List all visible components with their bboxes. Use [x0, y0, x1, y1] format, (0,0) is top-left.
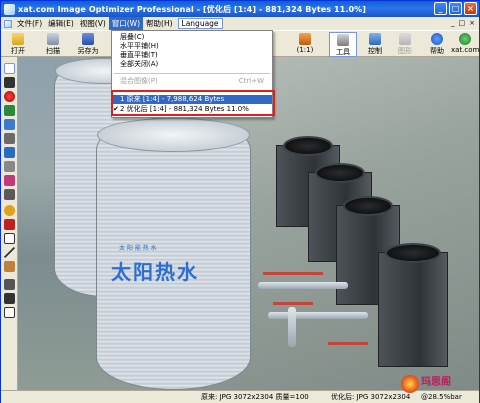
red-pipe-1	[263, 272, 323, 275]
control-label: 控制	[368, 47, 382, 55]
zoom-tool-icon[interactable]	[4, 63, 15, 74]
menu-file[interactable]: 文件(F)	[14, 17, 45, 30]
printer-tool-icon[interactable]	[4, 189, 15, 200]
help-icon	[431, 33, 443, 45]
site-label: xat.com	[451, 46, 480, 54]
water-tank-front: 太 阳 能 热 水 太阳热水	[96, 117, 251, 390]
save-icon	[82, 33, 94, 45]
menu-window[interactable]: 窗口(W)	[108, 17, 144, 30]
chart-icon	[399, 33, 411, 45]
highlight-box	[111, 90, 275, 116]
pipe-3	[288, 307, 296, 347]
tank-label: 太阳热水	[111, 260, 199, 284]
control-icon	[369, 33, 381, 45]
menu-bar: 文件(F) 编辑(E) 视图(V) 窗口(W) 帮助(H) Language _…	[1, 17, 479, 30]
adjust-tool-icon[interactable]	[4, 161, 15, 172]
scanner-icon	[47, 33, 59, 45]
status-original: 原来: JPG 3072x2304 质量=100	[201, 393, 309, 401]
menu-item-blend-shortcut: Ctrl+W	[238, 77, 264, 85]
zoom-icon	[299, 33, 311, 45]
zoom-ratio-label: (1:1)	[296, 46, 314, 54]
window-title: xat.com Image Optimizer Professional - […	[18, 4, 367, 14]
menu-item-close-all-label: 全部关闭(A)	[120, 60, 159, 68]
menu-language[interactable]: Language	[177, 18, 223, 29]
maximize-button[interactable]: □	[449, 2, 462, 15]
scan-label: 扫描	[46, 47, 60, 55]
app-window: xat.com Image Optimizer Professional - […	[0, 0, 480, 403]
fill-tool-icon[interactable]	[4, 279, 15, 290]
text-tool-icon[interactable]	[4, 219, 15, 230]
child-minimize-button[interactable]: _	[451, 19, 455, 27]
effect-tool-icon[interactable]	[4, 175, 15, 186]
pipe-1	[258, 282, 348, 289]
close-button[interactable]: ×	[464, 2, 477, 15]
watermark-logo	[401, 375, 419, 393]
tools-label: 工具	[336, 48, 350, 56]
menu-item-tile-vertical-label: 垂直平铺(T)	[120, 51, 158, 59]
color-tool-icon[interactable]	[4, 91, 15, 102]
wrench-icon	[337, 34, 349, 46]
chart-label: 图形	[398, 47, 412, 55]
doc-icon	[4, 19, 12, 28]
site-button[interactable]: xat.com	[451, 32, 479, 57]
help-button[interactable]: 帮助	[423, 32, 451, 57]
tank-label-small: 太 阳 能 热 水	[119, 245, 157, 252]
tree-tool-icon[interactable]	[4, 105, 15, 116]
rotate-tool-icon[interactable]	[4, 147, 15, 158]
chart-button[interactable]: 图形	[391, 32, 419, 57]
menu-item-tile-vertical[interactable]: 垂直平铺(T)	[112, 51, 272, 60]
rect-tool-icon[interactable]	[4, 233, 15, 244]
menu-separator	[114, 73, 270, 74]
menu-item-close-all[interactable]: 全部关闭(A)	[112, 60, 272, 69]
red-pipe-3	[328, 342, 368, 345]
globe-icon	[459, 33, 471, 45]
menu-item-blend-label: 混合图像(P)	[120, 77, 158, 85]
menu-item-cascade-label: 层叠(C)	[120, 33, 145, 41]
menu-edit[interactable]: 编辑(E)	[45, 17, 77, 30]
control-button[interactable]: 控制	[361, 32, 389, 57]
minimize-button[interactable]: _	[434, 2, 447, 15]
help-label: 帮助	[430, 47, 444, 55]
open-label: 打开	[11, 47, 25, 55]
sun-tool-icon[interactable]	[4, 205, 15, 216]
scan-button[interactable]: 扫描	[39, 32, 67, 57]
red-pipe-2	[273, 302, 313, 305]
menu-item-blend-images[interactable]: 混合图像(P) Ctrl+W	[112, 77, 272, 86]
menu-view[interactable]: 视图(V)	[77, 17, 109, 30]
crop-tool-icon[interactable]	[4, 133, 15, 144]
status-optimized: 优化后: JPG 3072x2304	[331, 393, 411, 401]
line-tool-icon[interactable]	[4, 247, 15, 258]
folder-icon	[12, 33, 24, 45]
brush-tool-icon[interactable]	[4, 261, 15, 272]
watermark-text: 玛思阁	[421, 377, 451, 388]
watermark: 玛思阁	[401, 371, 479, 401]
app-icon	[4, 3, 15, 15]
zoom-1-1-button[interactable]: (1:1)	[291, 32, 319, 57]
child-close-button[interactable]: ×	[469, 19, 475, 27]
tools-button[interactable]: 工具	[329, 32, 357, 57]
save-as-label: 另存为	[77, 47, 99, 55]
image-tool-icon[interactable]	[4, 119, 15, 130]
child-maximize-button[interactable]: □	[459, 19, 466, 27]
menu-item-tile-horizontal[interactable]: 水平平铺(H)	[112, 42, 272, 51]
left-tool-strip	[1, 57, 18, 390]
bg-swatch-icon[interactable]	[4, 307, 15, 318]
menu-help[interactable]: 帮助(H)	[143, 17, 176, 30]
pen-tool-icon[interactable]	[4, 77, 15, 88]
pipe-2	[268, 312, 368, 319]
color-swatch-icon[interactable]	[4, 293, 15, 304]
menu-item-cascade[interactable]: 层叠(C)	[112, 33, 272, 42]
open-button[interactable]: 打开	[4, 32, 32, 57]
menu-item-tile-horizontal-label: 水平平铺(H)	[120, 42, 159, 50]
save-as-button[interactable]: 另存为	[71, 32, 105, 57]
title-bar[interactable]: xat.com Image Optimizer Professional - […	[1, 1, 479, 17]
heat-pump-unit-4	[378, 243, 448, 367]
